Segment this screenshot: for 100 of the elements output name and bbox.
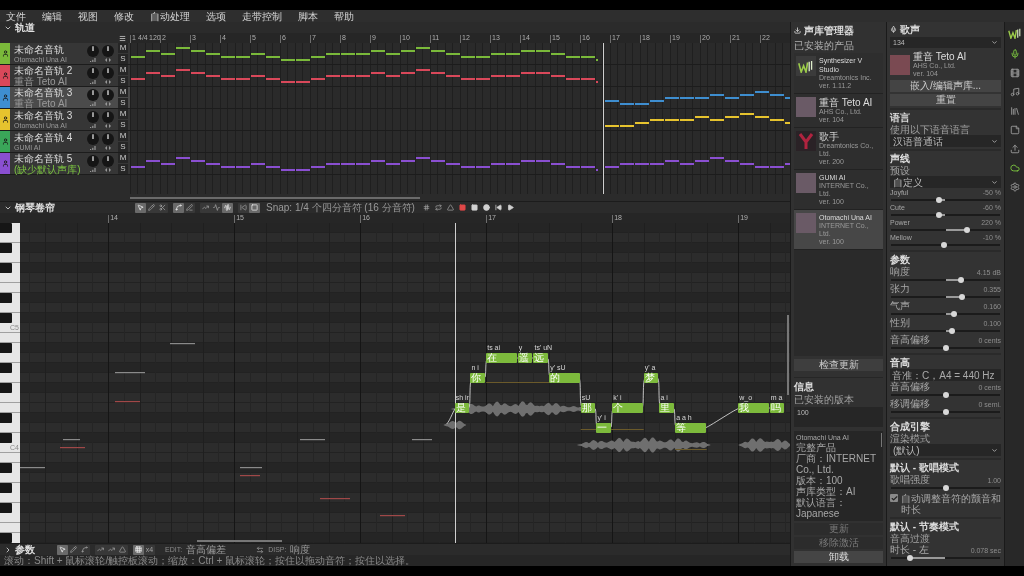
menu-item[interactable]: 选项 — [206, 10, 226, 22]
snap-setting[interactable]: Snap: 1/4 个四分音符 (16 分音符) — [266, 202, 415, 213]
slider-thumb[interactable] — [964, 227, 971, 233]
pitch-guide-line — [675, 449, 707, 450]
solo-button[interactable]: S — [118, 164, 128, 174]
solo-button[interactable]: S — [118, 142, 128, 152]
edit-parameter-select[interactable]: 音高偏差 — [186, 544, 227, 555]
scrollbar-thumb[interactable] — [787, 315, 789, 395]
curve-icon — [175, 204, 182, 211]
skip-back-button[interactable] — [494, 203, 503, 212]
slider-thumb[interactable] — [957, 277, 964, 283]
menu-item[interactable]: 修改 — [114, 10, 134, 22]
solo-button[interactable]: S — [118, 98, 128, 108]
dropdown[interactable]: 自定义 — [890, 176, 1001, 188]
slider-thumb[interactable] — [941, 242, 948, 248]
slider-thumb[interactable] — [948, 328, 955, 334]
bars-icon — [90, 80, 96, 84]
knob[interactable] — [102, 89, 114, 101]
section-title: 声线 — [890, 153, 911, 164]
stop-button[interactable] — [470, 203, 479, 212]
tool-button[interactable] — [249, 202, 260, 213]
action-button[interactable]: 卸载 — [794, 551, 883, 563]
slider-thumb[interactable] — [942, 409, 949, 415]
knob[interactable] — [102, 45, 114, 57]
menu-item[interactable]: 编辑 — [42, 10, 62, 22]
dropdown[interactable]: (默认) — [890, 444, 1001, 456]
scrollbar-thumb[interactable] — [881, 433, 882, 447]
track-header[interactable]: 未命名音轨 5 (缺少默认声库) M S — [0, 153, 130, 175]
knob[interactable] — [87, 67, 99, 79]
record-button[interactable] — [458, 203, 467, 212]
panel-button[interactable]: 嵌入/编辑声库... — [890, 80, 1001, 92]
swap-icon[interactable] — [256, 545, 265, 554]
check-updates-button[interactable]: 检查更新 — [794, 359, 883, 371]
slider-thumb[interactable] — [942, 345, 949, 351]
knob[interactable] — [102, 67, 114, 79]
circle-button[interactable] — [482, 203, 491, 212]
slider-thumb[interactable] — [907, 555, 914, 561]
knob[interactable] — [87, 45, 99, 57]
track-header[interactable]: 未命名音轨 3 重音 Teto AI M S — [0, 87, 130, 109]
menu-item[interactable]: 文件 — [6, 10, 26, 22]
hash-button[interactable] — [422, 203, 431, 212]
library-icon — [1009, 105, 1020, 116]
slider-label: 歌唱强度 — [890, 474, 930, 485]
field-label: 渲染模式 — [890, 433, 931, 444]
loop-button[interactable] — [434, 203, 443, 212]
tool-button[interactable] — [157, 202, 168, 213]
tool-button[interactable] — [133, 544, 144, 555]
mute-button[interactable]: M — [118, 87, 128, 97]
scrollbar-thumb[interactable] — [197, 540, 282, 542]
menu-item[interactable]: 帮助 — [334, 10, 354, 22]
solo-button[interactable]: S — [118, 76, 128, 86]
solo-button[interactable]: S — [118, 54, 128, 64]
mute-button[interactable]: M — [118, 109, 128, 119]
slider-thumb[interactable] — [936, 212, 943, 218]
menu-item[interactable]: 自动处理 — [150, 10, 190, 22]
play-button[interactable] — [506, 203, 515, 212]
text-field[interactable]: 音准：C，A4 = 440 Hz — [890, 369, 1001, 381]
music-note-icon — [1009, 86, 1020, 97]
tool-button[interactable] — [222, 202, 233, 213]
slider-thumb[interactable] — [958, 294, 965, 300]
knob[interactable] — [87, 89, 99, 101]
mute-button[interactable]: M — [118, 153, 128, 163]
menu-icon[interactable] — [119, 34, 126, 42]
triangle-button[interactable] — [446, 203, 455, 212]
knob[interactable] — [102, 155, 114, 167]
knob[interactable] — [87, 133, 99, 145]
slider-thumb[interactable] — [950, 311, 957, 317]
section-title: 信息 — [794, 381, 815, 392]
tool-button[interactable] — [57, 544, 68, 555]
slider-thumb[interactable] — [936, 197, 943, 203]
slider-thumb[interactable] — [942, 485, 949, 491]
pointer-icon — [137, 204, 144, 211]
mute-button[interactable]: M — [118, 131, 128, 141]
person-icon — [1, 138, 9, 145]
mute-button[interactable]: M — [118, 65, 128, 75]
menu-item[interactable]: 脚本 — [298, 10, 318, 22]
scrollbar-thumb[interactable] — [130, 197, 420, 199]
panel-button[interactable]: 重置 — [890, 94, 1001, 106]
checkbox[interactable] — [890, 494, 898, 502]
pencil-line-icon — [186, 204, 193, 211]
menu-item[interactable]: 视图 — [78, 10, 98, 22]
slider-thumb[interactable] — [942, 392, 949, 398]
slider-label: 时长 - 左 — [890, 544, 929, 555]
knob[interactable] — [87, 111, 99, 123]
voice-name: 重音 Teto AI — [14, 75, 69, 87]
track-header[interactable]: 未命名音轨 2 重音 Teto AI M S — [0, 65, 130, 87]
mute-button[interactable]: M — [118, 43, 128, 53]
knob[interactable] — [102, 111, 114, 123]
menu-item[interactable]: 走带控制 — [242, 10, 282, 22]
chevron-down-icon — [991, 137, 998, 145]
dropdown[interactable]: 汉语普通话 — [890, 135, 1001, 147]
knob[interactable] — [102, 133, 114, 145]
chevron-right-icon[interactable] — [4, 545, 12, 554]
solo-button[interactable]: S — [118, 120, 128, 130]
field-label: 音高过渡 — [890, 533, 931, 544]
detail-line: 版本：100 — [796, 475, 844, 486]
tool-button[interactable] — [173, 202, 184, 213]
tool-button[interactable] — [135, 202, 146, 213]
knob[interactable] — [87, 155, 99, 167]
display-parameter-select[interactable]: 响度 — [290, 544, 311, 555]
